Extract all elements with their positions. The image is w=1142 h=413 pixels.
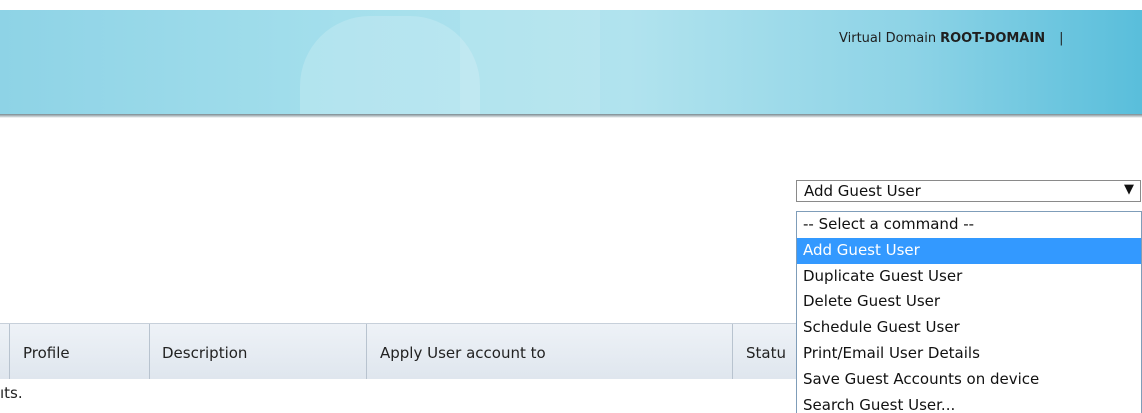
column-header-status[interactable]: Statu <box>746 324 786 379</box>
command-option-select[interactable]: -- Select a command -- <box>797 212 1141 238</box>
column-divider <box>366 324 367 379</box>
command-option-add-guest-user[interactable]: Add Guest User <box>797 237 1141 264</box>
column-header-profile[interactable]: Profile <box>23 324 70 379</box>
banner-decoration <box>300 16 480 114</box>
column-divider <box>149 324 150 379</box>
virtual-domain-indicator: Virtual Domain ROOT-DOMAIN | <box>839 31 1063 46</box>
header-banner: Virtual Domain ROOT-DOMAIN | <box>0 10 1142 114</box>
command-option-save-guest-accounts[interactable]: Save Guest Accounts on device <box>797 367 1141 393</box>
command-option-schedule-guest-user[interactable]: Schedule Guest User <box>797 315 1141 341</box>
banner-decoration <box>460 10 600 114</box>
command-select-value: Add Guest User <box>804 182 921 200</box>
command-select[interactable]: Add Guest User ▼ <box>796 180 1141 202</box>
command-option-delete-guest-user[interactable]: Delete Guest User <box>797 289 1141 315</box>
command-option-duplicate-guest-user[interactable]: Duplicate Guest User <box>797 264 1141 290</box>
table-header: Profile Description Apply User account t… <box>0 323 796 379</box>
command-option-print-email-user-details[interactable]: Print/Email User Details <box>797 341 1141 367</box>
column-header-description[interactable]: Description <box>162 324 247 379</box>
column-divider <box>9 324 10 379</box>
banner-shadow <box>0 114 1142 118</box>
command-dropdown-list[interactable]: -- Select a command -- Add Guest User Du… <box>796 211 1142 413</box>
virtual-domain-label: Virtual Domain <box>839 31 937 46</box>
header-separator: | <box>1059 31 1064 46</box>
truncated-text: ıts. <box>0 384 23 402</box>
dropdown-arrow-icon[interactable]: ▼ <box>1124 182 1134 197</box>
column-header-apply-user-account-to[interactable]: Apply User account to <box>380 324 546 379</box>
command-option-search-guest-user[interactable]: Search Guest User... <box>797 393 1141 413</box>
virtual-domain-value[interactable]: ROOT-DOMAIN <box>940 31 1045 46</box>
column-divider <box>732 324 733 379</box>
